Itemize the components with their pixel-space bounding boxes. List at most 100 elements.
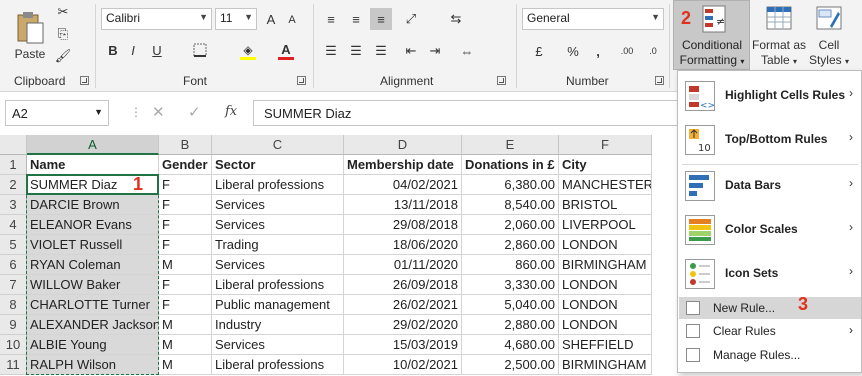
- italic-button[interactable]: I: [124, 40, 142, 60]
- table-cell[interactable]: 2,860.00: [462, 235, 559, 255]
- table-cell[interactable]: 26/09/2018: [344, 275, 462, 295]
- table-cell[interactable]: DARCIE Brown: [27, 195, 159, 215]
- row-header[interactable]: 8: [0, 295, 27, 315]
- table-cell[interactable]: 860.00: [462, 255, 559, 275]
- menu-item-color-scales[interactable]: Color Scales ›: [678, 208, 861, 252]
- table-cell[interactable]: M: [159, 355, 212, 375]
- percent-button[interactable]: %: [563, 40, 583, 62]
- table-cell[interactable]: M: [159, 255, 212, 275]
- table-cell[interactable]: 01/11/2020: [344, 255, 462, 275]
- table-cell[interactable]: CHARLOTTE Turner: [27, 295, 159, 315]
- menu-item-data-bars[interactable]: Data Bars ›: [678, 164, 861, 208]
- clipboard-launcher-icon[interactable]: [80, 76, 89, 85]
- column-header-d[interactable]: D: [344, 135, 462, 155]
- increase-decimal-icon[interactable]: .00: [616, 40, 638, 62]
- table-cell[interactable]: VIOLET Russell: [27, 235, 159, 255]
- font-launcher-icon[interactable]: [297, 76, 306, 85]
- table-cell[interactable]: 13/11/2018: [344, 195, 462, 215]
- row-header[interactable]: 4: [0, 215, 27, 235]
- table-cell[interactable]: ALEXANDER Jackson: [27, 315, 159, 335]
- align-left-icon[interactable]: ☰: [320, 40, 342, 62]
- copy-icon[interactable]: ⎘: [55, 26, 71, 42]
- borders-icon[interactable]: [190, 40, 210, 60]
- row-header[interactable]: 9: [0, 315, 27, 335]
- decrease-indent-icon[interactable]: ⇤: [400, 40, 422, 62]
- menu-item-icon-sets[interactable]: Icon Sets ›: [678, 252, 861, 296]
- table-cell[interactable]: F: [159, 215, 212, 235]
- table-cell[interactable]: LONDON: [559, 235, 652, 255]
- fill-color-icon[interactable]: ◈: [238, 40, 258, 62]
- table-cell[interactable]: 29/02/2020: [344, 315, 462, 335]
- table-cell[interactable]: M: [159, 335, 212, 355]
- table-cell[interactable]: 2,880.00: [462, 315, 559, 335]
- row-header[interactable]: 7: [0, 275, 27, 295]
- table-cell[interactable]: Industry: [212, 315, 344, 335]
- table-cell[interactable]: 4,680.00: [462, 335, 559, 355]
- menu-item-top-bottom-rules[interactable]: 10 Top/Bottom Rules ›: [678, 118, 861, 162]
- format-painter-icon[interactable]: 🖌: [55, 48, 72, 64]
- row-header[interactable]: 3: [0, 195, 27, 215]
- menu-item-manage-rules[interactable]: Manage Rules...: [679, 344, 861, 366]
- table-cell[interactable]: 8,540.00: [462, 195, 559, 215]
- row-header[interactable]: 2: [0, 175, 27, 195]
- paste-button[interactable]: Paste: [8, 4, 52, 68]
- table-cell[interactable]: M: [159, 315, 212, 335]
- column-title-cell[interactable]: City: [559, 155, 652, 175]
- table-cell[interactable]: SHEFFIELD: [559, 335, 652, 355]
- align-middle-icon[interactable]: ≡: [345, 8, 367, 30]
- table-cell[interactable]: Services: [212, 215, 344, 235]
- enter-icon[interactable]: ✓: [188, 103, 201, 121]
- row-header[interactable]: 11: [0, 355, 27, 375]
- table-cell[interactable]: LIVERPOOL: [559, 215, 652, 235]
- table-cell[interactable]: Services: [212, 255, 344, 275]
- wrap-text-icon[interactable]: ⇆: [445, 8, 467, 30]
- table-cell[interactable]: F: [159, 275, 212, 295]
- table-cell[interactable]: BIRMINGHAM: [559, 355, 652, 375]
- table-cell[interactable]: Liberal professions: [212, 275, 344, 295]
- table-cell[interactable]: RALPH Wilson: [27, 355, 159, 375]
- table-cell[interactable]: BRISTOL: [559, 195, 652, 215]
- align-top-icon[interactable]: ≡: [320, 8, 342, 30]
- table-cell[interactable]: F: [159, 235, 212, 255]
- column-title-cell[interactable]: Sector: [212, 155, 344, 175]
- grow-font-button[interactable]: A: [262, 10, 280, 28]
- table-cell[interactable]: ELEANOR Evans: [27, 215, 159, 235]
- column-title-cell[interactable]: Name: [27, 155, 159, 175]
- name-box[interactable]: A2 ▼: [5, 100, 109, 126]
- cancel-icon[interactable]: ✕: [152, 103, 165, 121]
- table-cell[interactable]: Liberal professions: [212, 355, 344, 375]
- table-cell[interactable]: Services: [212, 195, 344, 215]
- table-cell[interactable]: 10/02/2021: [344, 355, 462, 375]
- table-cell[interactable]: 04/02/2021: [344, 175, 462, 195]
- table-cell[interactable]: LONDON: [559, 295, 652, 315]
- align-right-icon[interactable]: ☰: [370, 40, 392, 62]
- row-header[interactable]: 6: [0, 255, 27, 275]
- shrink-font-button[interactable]: A: [284, 12, 300, 28]
- table-cell[interactable]: BIRMINGHAM: [559, 255, 652, 275]
- merge-center-icon[interactable]: ⇔: [456, 40, 478, 62]
- column-title-cell[interactable]: Membership date: [344, 155, 462, 175]
- cell-styles-button[interactable]: Cell Styles ▾: [808, 2, 850, 70]
- column-header-e[interactable]: E: [462, 135, 559, 155]
- table-cell[interactable]: 18/06/2020: [344, 235, 462, 255]
- table-cell[interactable]: Liberal professions: [212, 175, 344, 195]
- table-cell[interactable]: ALBIE Young: [27, 335, 159, 355]
- column-header-b[interactable]: B: [159, 135, 212, 155]
- table-cell[interactable]: 2,060.00: [462, 215, 559, 235]
- table-cell[interactable]: 6,380.00: [462, 175, 559, 195]
- number-launcher-icon[interactable]: [655, 76, 664, 85]
- table-cell[interactable]: Public management: [212, 295, 344, 315]
- table-cell[interactable]: MANCHESTER: [559, 175, 652, 195]
- column-title-cell[interactable]: Donations in £: [462, 155, 559, 175]
- table-cell[interactable]: 29/08/2018: [344, 215, 462, 235]
- table-cell[interactable]: WILLOW Baker: [27, 275, 159, 295]
- table-cell[interactable]: 3,330.00: [462, 275, 559, 295]
- formula-bar-grip-icon[interactable]: ⋮: [130, 105, 142, 119]
- menu-item-highlight-cells-rules[interactable]: <> Highlight Cells Rules ›: [678, 74, 861, 118]
- table-cell[interactable]: LONDON: [559, 315, 652, 335]
- bold-button[interactable]: B: [104, 40, 122, 60]
- orientation-icon[interactable]: ⤢: [400, 8, 422, 30]
- menu-item-new-rule[interactable]: New Rule...: [679, 297, 861, 319]
- select-all-corner[interactable]: [0, 135, 27, 155]
- row-header[interactable]: 1: [0, 155, 27, 175]
